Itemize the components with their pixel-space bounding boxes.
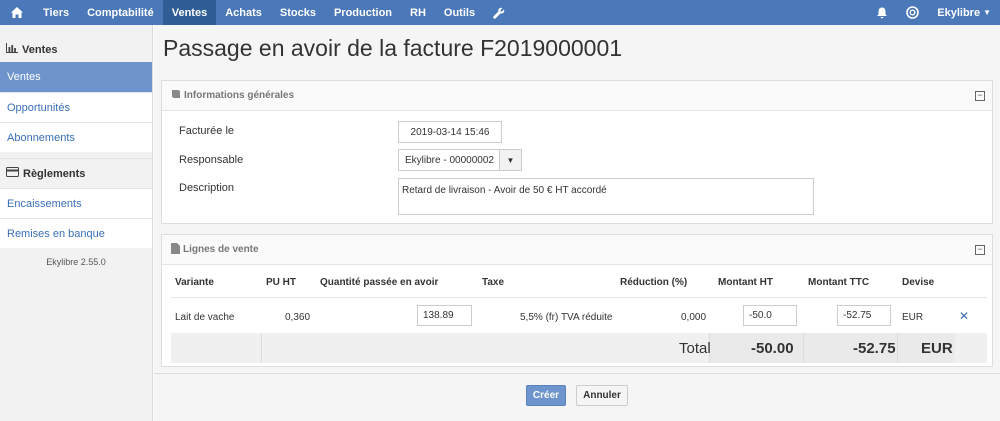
book-icon xyxy=(171,89,181,102)
user-menu[interactable]: Ekylibre ▼ xyxy=(928,0,1000,25)
collapse-icon[interactable]: − xyxy=(975,245,985,255)
credit-card-icon xyxy=(6,167,19,180)
sidebar-item-ventes[interactable]: Ventes xyxy=(0,62,152,92)
column-header: Montant TTC xyxy=(808,277,870,288)
total-currency: EUR xyxy=(921,340,953,357)
nav-production[interactable]: Production xyxy=(325,0,401,25)
cancel-button[interactable]: Annuler xyxy=(576,385,628,406)
responsible-value: Ekylibre - 00000002 xyxy=(405,154,494,166)
sales-lines-panel: Lignes de vente − Variante PU HT Quantit… xyxy=(161,234,993,367)
column-header: PU HT xyxy=(266,277,296,288)
remove-line-icon[interactable]: ✕ xyxy=(959,309,969,323)
app-version: Ekylibre 2.55.0 xyxy=(46,257,106,267)
responsible-select[interactable]: Ekylibre - 00000002 ▼ xyxy=(398,149,522,171)
description-field[interactable]: Retard de livraison - Avoir de 50 € HT a… xyxy=(398,178,814,215)
footer-divider xyxy=(154,373,1000,374)
nav-comptabilite[interactable]: Comptabilité xyxy=(78,0,163,25)
nav-stocks[interactable]: Stocks xyxy=(271,0,325,25)
caret-down-icon: ▼ xyxy=(983,8,991,17)
total-amount-ht: -50.00 xyxy=(751,340,794,357)
column-header: Montant HT xyxy=(718,277,773,288)
sidebar-section-title: Ventes xyxy=(22,43,58,56)
total-row: Total -50.00 -52.75 EUR xyxy=(171,333,987,363)
wrench-icon[interactable] xyxy=(484,0,514,25)
total-amount-ttc: -52.75 xyxy=(853,340,896,357)
cell-variant: Lait de vache xyxy=(175,312,235,323)
sidebar-item-encaissements[interactable]: Encaissements xyxy=(0,188,152,218)
bell-icon[interactable] xyxy=(867,0,897,25)
cell-unit-price: 0,360 xyxy=(285,312,311,323)
page-title: Passage en avoir de la facture F20190000… xyxy=(163,35,623,61)
nav-ventes[interactable]: Ventes xyxy=(162,0,217,25)
main-content: Passage en avoir de la facture F20190000… xyxy=(154,25,1000,421)
user-label: Ekylibre xyxy=(937,6,981,19)
sidebar-section-reglements: Règlements xyxy=(0,158,152,188)
collapse-icon[interactable]: − xyxy=(975,91,985,101)
column-header: Réduction (%) xyxy=(620,277,688,288)
cell-currency: EUR xyxy=(902,312,924,323)
nav-achats[interactable]: Achats xyxy=(216,0,271,25)
help-icon[interactable] xyxy=(897,0,928,25)
nav-rh[interactable]: RH xyxy=(401,0,435,25)
column-header: Taxe xyxy=(482,277,505,288)
top-navbar: Tiers Comptabilité Ventes Achats Stocks … xyxy=(0,0,1000,25)
panel-title: Informations générales xyxy=(184,90,295,101)
panel-header: Lignes de vente xyxy=(162,235,992,265)
quantity-input[interactable]: 138.89 xyxy=(417,305,472,326)
sidebar: Ventes Ventes Opportunités Abonnements R… xyxy=(0,25,153,421)
sidebar-section-ventes: Ventes xyxy=(0,37,152,62)
sidebar-item-abonnements[interactable]: Abonnements xyxy=(0,122,152,152)
general-info-panel: Informations générales − Facturée le 201… xyxy=(161,80,993,224)
column-header: Devise xyxy=(902,277,935,288)
invoiced-date-field[interactable]: 2019-03-14 15:46 xyxy=(398,121,502,143)
column-header: Variante xyxy=(175,277,214,288)
nav-outils[interactable]: Outils xyxy=(435,0,484,25)
file-icon xyxy=(171,242,180,257)
sidebar-item-opportunites[interactable]: Opportunités xyxy=(0,92,152,122)
bar-chart-icon xyxy=(6,43,18,56)
row-separator xyxy=(171,297,987,298)
responsible-label: Responsable xyxy=(179,154,244,166)
sidebar-section-title: Règlements xyxy=(23,167,86,180)
amount-ht-input[interactable]: -50.0 xyxy=(743,305,797,326)
amount-ttc-input[interactable]: -52.75 xyxy=(837,305,891,326)
description-label: Description xyxy=(179,182,235,194)
invoiced-label: Facturée le xyxy=(179,125,235,137)
create-button[interactable]: Créer xyxy=(526,385,566,406)
sidebar-item-remises-en-banque[interactable]: Remises en banque xyxy=(0,218,152,248)
column-header: Quantité passée en avoir xyxy=(320,277,439,288)
cell-tax: 5,5% (fr) TVA réduite xyxy=(520,312,613,323)
nav-tiers[interactable]: Tiers xyxy=(34,0,78,25)
total-spacer xyxy=(261,333,709,363)
panel-header: Informations générales xyxy=(162,81,992,111)
panel-title: Lignes de vente xyxy=(183,244,259,255)
cell-reduction: 0,000 xyxy=(681,312,707,323)
home-icon[interactable] xyxy=(0,0,34,25)
chevron-down-icon[interactable]: ▼ xyxy=(499,150,521,170)
total-label: Total xyxy=(679,340,711,357)
